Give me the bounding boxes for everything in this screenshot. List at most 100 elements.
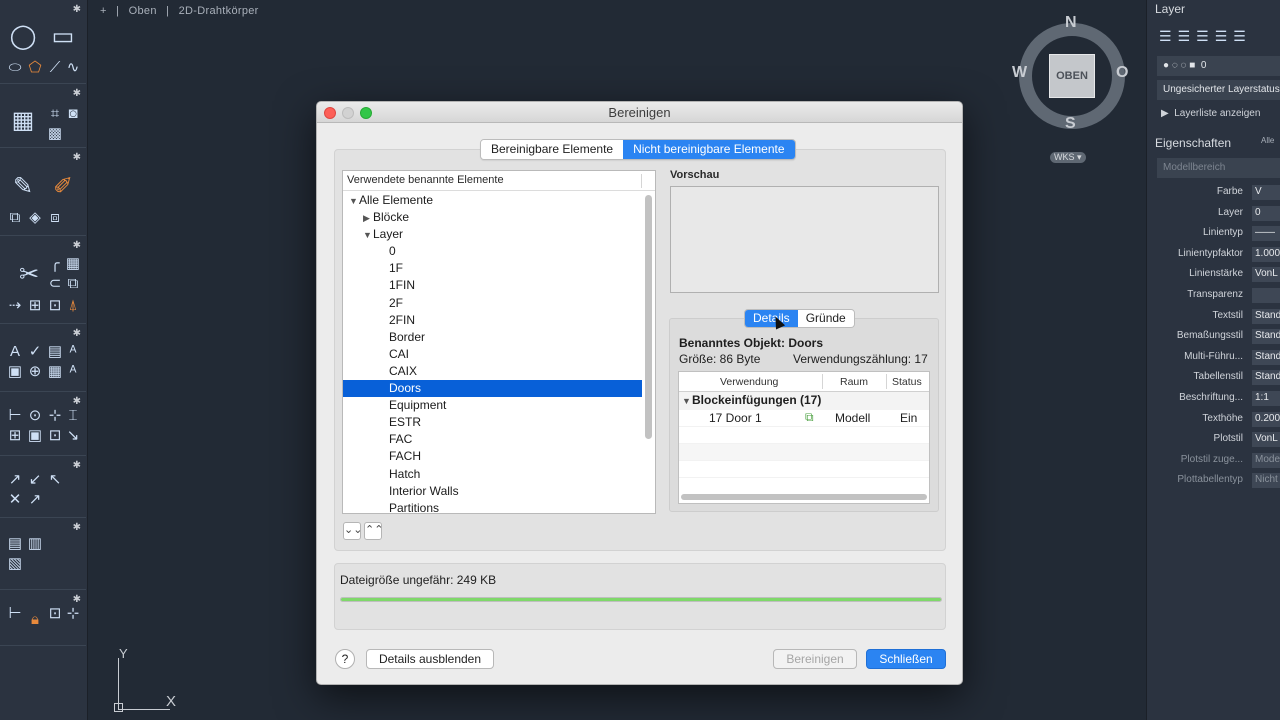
tree-node-layer-item[interactable]: 2F (343, 295, 642, 312)
gear-icon[interactable]: ✱ (73, 396, 81, 407)
property-row[interactable]: Tabellenstil Stand (1147, 368, 1280, 389)
tree-node-layer-item[interactable]: Doors (343, 380, 642, 398)
property-value[interactable]: Stand (1252, 370, 1280, 386)
gear-icon[interactable]: ✱ (73, 88, 81, 99)
property-row[interactable]: Farbe V (1147, 183, 1280, 204)
property-value[interactable]: V (1252, 185, 1280, 200)
spell-check-icon[interactable]: ✓ (26, 344, 44, 360)
column-status[interactable]: Status (892, 376, 922, 388)
block-create-icon[interactable]: ⊢ (6, 606, 24, 622)
circle-tool-icon[interactable]: ◯ (8, 24, 38, 50)
tree-node-layer-item[interactable]: CAIX (343, 363, 642, 380)
visual-style[interactable]: 2D-Drahtkörper (179, 5, 259, 17)
view-name[interactable]: Oben (129, 5, 157, 17)
usage-scrollbar[interactable] (681, 494, 927, 500)
property-row[interactable]: Plotstil zuge... Modell (1147, 451, 1280, 472)
tree-node-blocks[interactable]: ▶ Blöcke (343, 209, 642, 226)
property-value[interactable]: 1:1 (1252, 390, 1280, 406)
tree-node-layer-item[interactable]: Hatch (343, 466, 642, 483)
offset-tool-icon[interactable]: ⊂ (46, 276, 64, 292)
tree-node-layer-item[interactable]: 0 (343, 243, 642, 260)
mleader-collect-icon[interactable]: ↗ (26, 492, 44, 508)
property-value[interactable]: 0.200 (1252, 411, 1280, 427)
layer-toolbar[interactable]: ☰☰☰☰☰ (1159, 28, 1252, 45)
tree-header[interactable]: Verwendete benannte Elemente (343, 171, 655, 191)
property-value[interactable]: Modell (1252, 452, 1280, 468)
gear-icon[interactable]: ✱ (73, 328, 81, 339)
group-tool-icon[interactable]: ⧈ (46, 210, 64, 226)
gear-icon[interactable]: ✱ (73, 152, 81, 163)
tree-node-layer-item[interactable]: Partitions (343, 500, 642, 513)
tree-rows[interactable]: ▼Alle Elemente ▶ Blöcke ▼Layer 0 1F 1FIN 2F 2… (343, 192, 642, 513)
camera-tool-icon[interactable]: ◙ (64, 106, 82, 122)
property-value[interactable]: 0 (1252, 205, 1280, 221)
properties-edit-icon[interactable]: ✎ (8, 174, 38, 200)
viewcube-face[interactable]: OBEN (1049, 54, 1095, 98)
explode-tool-icon[interactable]: ⊞ (26, 298, 44, 314)
stretch-tool-icon[interactable]: ⊡ (46, 298, 64, 314)
layer-state-dropdown[interactable]: Ungesicherter Layerstatus (1157, 80, 1280, 100)
tree-node-layer-item[interactable]: 1FIN (343, 277, 642, 294)
mleader-align-icon[interactable]: ↖ (46, 472, 64, 488)
block-insert-icon[interactable]: ⊡ (46, 606, 64, 622)
property-value[interactable]: Stand (1252, 308, 1280, 324)
ellipse-tool-icon[interactable]: ⬭ (6, 60, 24, 76)
property-row[interactable]: Multi-Führu... Stand (1147, 348, 1280, 369)
purge-mode-tabs[interactable]: Bereinigbare Elemente Nicht bereinigbare… (480, 139, 796, 160)
erase-tool-icon[interactable]: ⍋ (64, 298, 82, 314)
mleader-add-icon[interactable]: ↗ (6, 472, 24, 488)
tree-node-layer-item[interactable]: FAC (343, 431, 642, 448)
move-tool-icon[interactable]: ⇢ (6, 298, 24, 314)
property-row[interactable]: Texthöhe 0.200 (1147, 410, 1280, 431)
tree-node-layer-item[interactable]: FACH (343, 448, 642, 465)
tab-reasons[interactable]: Gründe (797, 310, 854, 327)
compass-east[interactable]: O (1116, 64, 1128, 82)
dim-edit-icon[interactable]: ⊡ (46, 428, 64, 444)
property-row[interactable]: Plottabellentyp Nicht (1147, 471, 1280, 492)
tree-node-layer-item[interactable]: CAI (343, 346, 642, 363)
viewport-plus[interactable]: + (100, 5, 107, 17)
tree-node-layer-item[interactable]: ESTR (343, 414, 642, 431)
property-value[interactable]: VonL (1252, 267, 1280, 283)
baseline-dim-icon[interactable]: ⌶ (64, 408, 82, 424)
properties-filter[interactable]: Alle (1261, 136, 1274, 145)
table-insert-icon[interactable]: ▤ (6, 536, 24, 552)
table-edit-icon[interactable]: ▥ (26, 536, 44, 552)
named-items-tree[interactable]: Verwendete benannte Elemente ▼Alle Eleme… (342, 170, 656, 514)
property-row[interactable]: Beschriftung... 1:1 (1147, 389, 1280, 410)
lock-icon[interactable]: 🔒︎ (26, 612, 44, 628)
mtext-tool-icon[interactable]: ▣ (6, 364, 24, 380)
table-row[interactable]: 17 Door 1 ⧉ Modell Ein (679, 410, 929, 427)
tree-node-layer-item[interactable]: Interior Walls (343, 483, 642, 500)
continue-dim-icon[interactable]: ⊞ (6, 428, 24, 444)
column-space[interactable]: Raum (840, 376, 868, 388)
gear-icon[interactable]: ✱ (73, 240, 81, 251)
layer-new-icon[interactable]: ☰ (1159, 28, 1178, 44)
find-text-icon[interactable]: ⊕ (26, 364, 44, 380)
usage-group-row[interactable]: ▼Blockeinfügungen (17) (679, 392, 929, 410)
property-row[interactable]: Layer 0 (1147, 204, 1280, 225)
text-tool-icon[interactable]: A (6, 344, 24, 360)
trim-scissors-icon[interactable]: ✂ (14, 262, 44, 288)
column-usage[interactable]: Verwendung (720, 376, 778, 388)
copy-tool-icon[interactable]: ⧉ (6, 210, 24, 226)
layer-list-toggle[interactable]: ▶ Layerliste anzeigen (1161, 108, 1260, 119)
usage-table[interactable]: Verwendung Raum Status ▼Blockeinfügungen… (678, 371, 930, 504)
viewport-controls[interactable]: + | Oben | 2D-Drahtkörper (100, 5, 265, 17)
polyline-tool-icon[interactable]: ⟋ (46, 60, 64, 76)
disclosure-open-icon[interactable]: ▼ (349, 193, 359, 210)
property-row[interactable]: Plotstil VonL (1147, 430, 1280, 451)
disclosure-open-icon[interactable]: ▼ (682, 396, 692, 406)
property-row[interactable]: Bemaßungsstil Stand (1147, 327, 1280, 348)
tree-node-all[interactable]: ▼Alle Elemente (343, 192, 642, 209)
tree-node-layer-item[interactable]: 1F (343, 260, 642, 277)
property-row[interactable]: Linientyp —— (1147, 224, 1280, 245)
property-row[interactable]: Transparenz (1147, 286, 1280, 307)
leader-tool-icon[interactable]: ↘ (64, 428, 82, 444)
layer-delete-icon[interactable]: ☰ (1178, 28, 1197, 44)
tree-node-layer-item[interactable]: 2FIN (343, 312, 642, 329)
hide-details-button[interactable]: Details ausblenden (366, 649, 494, 669)
region-tool-icon[interactable]: ▦ (8, 108, 38, 134)
polygon-tool-icon[interactable]: ⬠ (26, 60, 44, 76)
compass-south[interactable]: S (1065, 115, 1076, 133)
